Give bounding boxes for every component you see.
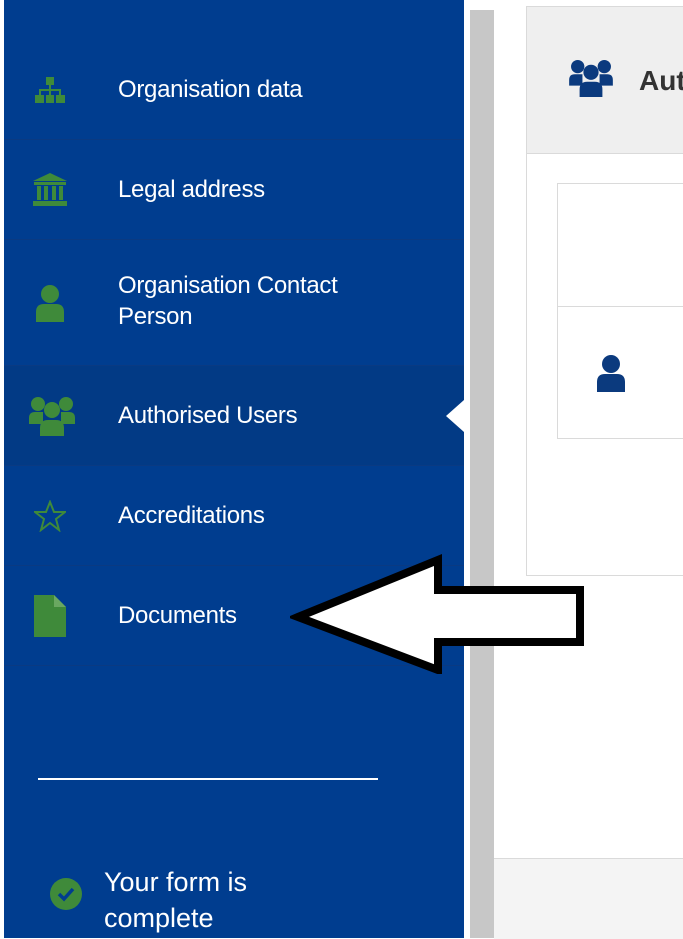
panel-header: Authorised Users	[527, 7, 683, 154]
sidebar-item-authorised-users[interactable]: Authorised Users	[4, 366, 464, 466]
annotation-arrow-icon	[287, 554, 590, 679]
users-group-icon	[26, 396, 78, 436]
sidebar-item-organisation-contact-person[interactable]: Organisation Contact Person	[4, 240, 464, 366]
sidebar-item-accreditations[interactable]: Accreditations	[4, 466, 464, 566]
user-icon	[24, 283, 76, 323]
check-circle-icon	[50, 878, 82, 910]
user-icon	[596, 354, 626, 397]
users-table	[557, 183, 683, 439]
sidebar-nav: Organisation data Legal address Organisa…	[4, 0, 464, 938]
panel-title: Authorised Users	[639, 65, 683, 96]
sidebar-item-label: Organisation Contact Person	[118, 272, 338, 330]
org-chart-icon	[24, 70, 76, 110]
sidebar-divider	[38, 778, 378, 780]
star-outline-icon	[24, 496, 76, 536]
content-footer	[494, 858, 683, 939]
sidebar-item-label: Legal address	[118, 176, 265, 203]
sidebar-item-label: Accreditations	[118, 502, 265, 529]
users-group-icon	[569, 59, 613, 102]
scrollbar[interactable]	[470, 10, 494, 938]
authorised-users-panel: Authorised Users	[526, 6, 683, 576]
sidebar-item-label: Documents	[118, 602, 237, 629]
sidebar-item-label: Authorised Users	[118, 402, 298, 429]
document-icon	[24, 595, 76, 637]
sidebar-item-label: Organisation data	[118, 76, 303, 103]
sidebar-item-legal-address[interactable]: Legal address	[4, 140, 464, 240]
active-indicator	[446, 400, 464, 432]
institution-icon	[24, 170, 76, 210]
sidebar-item-organisation-data[interactable]: Organisation data	[4, 40, 464, 140]
form-status-text: Your form is complete	[104, 867, 248, 933]
table-header-divider	[558, 306, 683, 307]
